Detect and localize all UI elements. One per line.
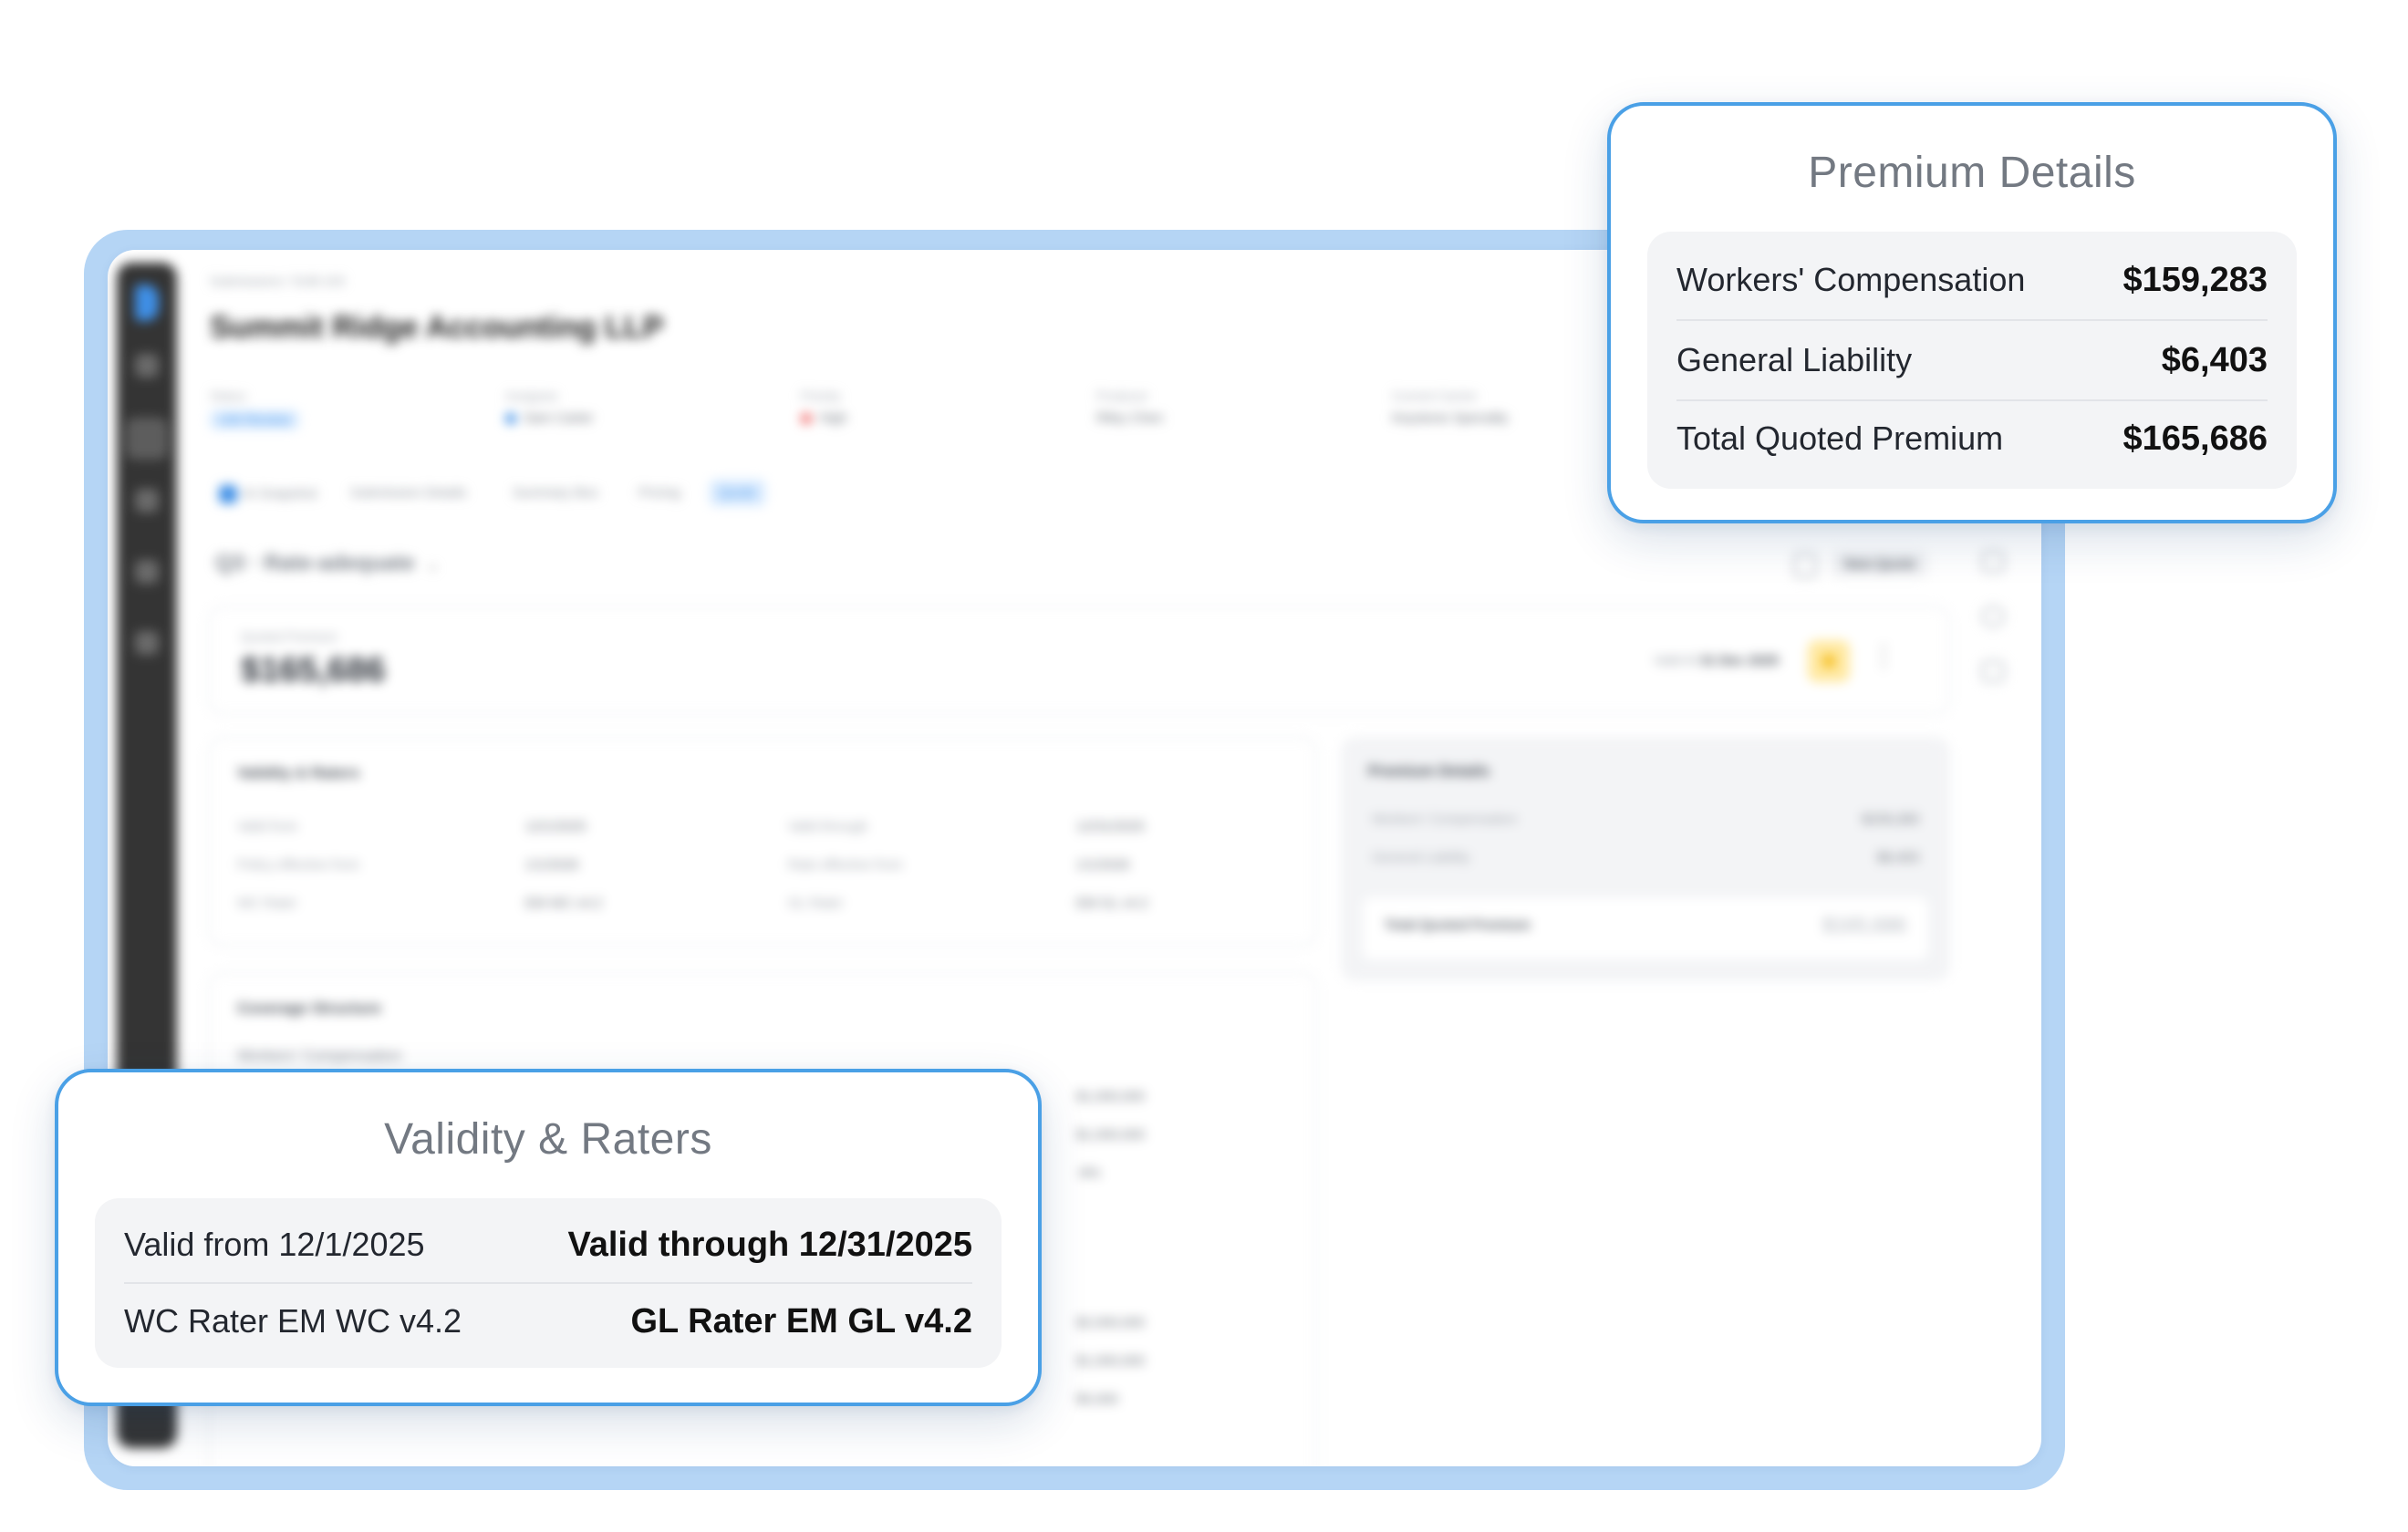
star-icon[interactable]: ★ [1808, 640, 1850, 682]
quoted-premium-card: Quoted Premium $165,686 Valid til 31 Dec… [208, 606, 1950, 715]
field-label: WC Rater [237, 895, 297, 911]
meta-assignee: Assignee Sam Carter [505, 388, 779, 426]
premium-row-label: Workers' Compensation [1676, 261, 2026, 298]
quoted-premium-label: Quoted Premium [241, 629, 337, 644]
page-title: Summit Ridge Accounting LLP [210, 310, 664, 345]
ai-sparkle-icon [219, 485, 237, 503]
meta-label: Assignee [505, 388, 558, 403]
field-value: 1/1/2026 [525, 857, 579, 873]
coverage-value: $1,000,000 [1076, 1353, 1146, 1369]
tab-quote[interactable]: Quote [710, 480, 765, 506]
premium-row-value: $6,403 [2161, 340, 2268, 379]
tab-pricing[interactable]: Pricing [629, 480, 690, 506]
premium-row-total: Total Quoted Premium $165,686 [1676, 414, 2268, 463]
tab-summary-box[interactable]: Summary Box [503, 480, 607, 506]
mail-icon[interactable] [1981, 551, 2005, 573]
quote-selector[interactable]: Q3 · Rate-adequate ⌄ [215, 551, 440, 576]
callout-title: Premium Details [1808, 149, 2136, 197]
valid-from-text: Valid from 12/1/2025 [124, 1226, 425, 1263]
coverage-value: -8% [1076, 1165, 1101, 1181]
meta-priority: Priority High [801, 388, 1074, 426]
divider [1676, 319, 2268, 321]
field-value: EM WC v4.2 [525, 895, 603, 911]
priority-value[interactable]: High [819, 410, 847, 426]
premium-row-label: Total Quoted Premium [1676, 419, 2004, 457]
field-label: GL Rater [788, 895, 844, 911]
coverage-value: $5,000 [1076, 1392, 1118, 1407]
premium-row-label: General Liability [1676, 341, 1913, 378]
rater-row: WC Rater EM WC v4.2 GL Rater EM GL v4.2 [124, 1297, 972, 1346]
premium-row-value: $165,686 [2123, 419, 2268, 458]
field-value: 1/1/2026 [1076, 857, 1130, 873]
tab-ai-snapshot[interactable]: AI Snapshot [210, 480, 327, 509]
priority-dot-icon [801, 413, 812, 425]
field-label: Valid from [237, 819, 298, 834]
wc-rater-text: WC Rater EM WC v4.2 [124, 1302, 462, 1340]
divider [124, 1282, 972, 1284]
producer-value[interactable]: Riley Chen [1096, 410, 1370, 426]
status-badge[interactable]: UW Review [210, 410, 300, 430]
premium-details-panel: Workers' Compensation $159,283 General L… [1647, 232, 2297, 489]
gl-rater-text: GL Rater EM GL v4.2 [630, 1301, 972, 1340]
tab-submission-details[interactable]: Submission Details [341, 480, 476, 506]
calendar-icon[interactable] [1981, 660, 2005, 682]
valid-til: Valid til 31 Dec 2025 [1653, 653, 1779, 668]
premium-total-value: $165,686 [1822, 914, 1906, 937]
document-icon[interactable] [126, 418, 168, 460]
premium-label: Workers' Compensation [1372, 812, 1518, 827]
premium-label: General Liability [1372, 850, 1470, 865]
assignee-value[interactable]: Sam Carter [524, 410, 594, 426]
copy-icon[interactable] [1793, 553, 1817, 578]
avatar [505, 413, 516, 425]
premium-details-title: Premium Details [1368, 762, 1490, 780]
more-icon[interactable]: ⋮ [1870, 640, 1897, 672]
coverage-subtitle: Workers' Compensation [237, 1047, 402, 1064]
field-value: 12/1/2025 [525, 819, 586, 834]
inbox-icon[interactable] [135, 489, 159, 512]
logo-icon[interactable] [135, 285, 159, 321]
meta-label: Priority [801, 388, 841, 403]
meta-status: Status UW Review [210, 388, 483, 430]
premium-value: $6,403 [1877, 850, 1919, 865]
meta-producer: Producer Riley Chen [1096, 388, 1370, 426]
coverage-value: $2,000,000 [1076, 1315, 1146, 1330]
premium-row-workers-comp: Workers' Compensation $159,283 [1676, 255, 2268, 305]
clock-icon[interactable] [135, 560, 159, 584]
chevron-down-icon: ⌄ [425, 555, 440, 574]
breadcrumb[interactable]: Submissions / SUB-103 [210, 274, 345, 288]
premium-row-value: $159,283 [2123, 260, 2268, 299]
meta-label: Status [210, 388, 246, 403]
premium-total-label: Total Quoted Premium [1385, 917, 1531, 933]
validity-card: Validity & Raters Valid from 12/1/2025 V… [208, 737, 1317, 947]
validity-raters-callout: Validity & Raters Valid from 12/1/2025 V… [55, 1069, 1042, 1406]
coverage-value: $1,000,000 [1076, 1089, 1146, 1104]
chat-icon[interactable] [1981, 606, 2005, 627]
validity-raters-panel: Valid from 12/1/2025 Valid through 12/31… [95, 1198, 1002, 1368]
divider [1676, 399, 2268, 401]
field-label: Policy effective from [237, 857, 359, 873]
premium-total-row: Total Quoted Premium $165,686 [1363, 897, 1928, 959]
field-value: EM GL v4.2 [1076, 895, 1148, 911]
callout-title: Validity & Raters [384, 1115, 712, 1164]
premium-details-card: Premium Details Workers' Compensation $1… [1341, 737, 1950, 981]
field-label: Rate effective from [788, 857, 903, 873]
gear-icon[interactable] [135, 631, 159, 655]
premium-row-general-liability: General Liability $6,403 [1676, 336, 2268, 385]
field-value: 12/31/2025 [1076, 819, 1146, 834]
quoted-premium-value: $165,686 [241, 651, 386, 689]
premium-value: $159,283 [1862, 812, 1919, 827]
field-label: Valid through [788, 819, 868, 834]
valid-through-text: Valid through 12/31/2025 [567, 1225, 972, 1264]
coverage-value: $1,000,000 [1076, 1127, 1146, 1143]
validity-row: Valid from 12/1/2025 Valid through 12/31… [124, 1220, 972, 1269]
validity-title: Validity & Raters [237, 764, 360, 782]
meta-label: Producer [1096, 388, 1148, 403]
new-quote-button[interactable]: New Quote [1832, 551, 1929, 577]
premium-details-callout: Premium Details Workers' Compensation $1… [1607, 102, 2337, 523]
coverage-title: Coverage Structure [237, 999, 381, 1017]
home-icon[interactable] [135, 354, 159, 378]
